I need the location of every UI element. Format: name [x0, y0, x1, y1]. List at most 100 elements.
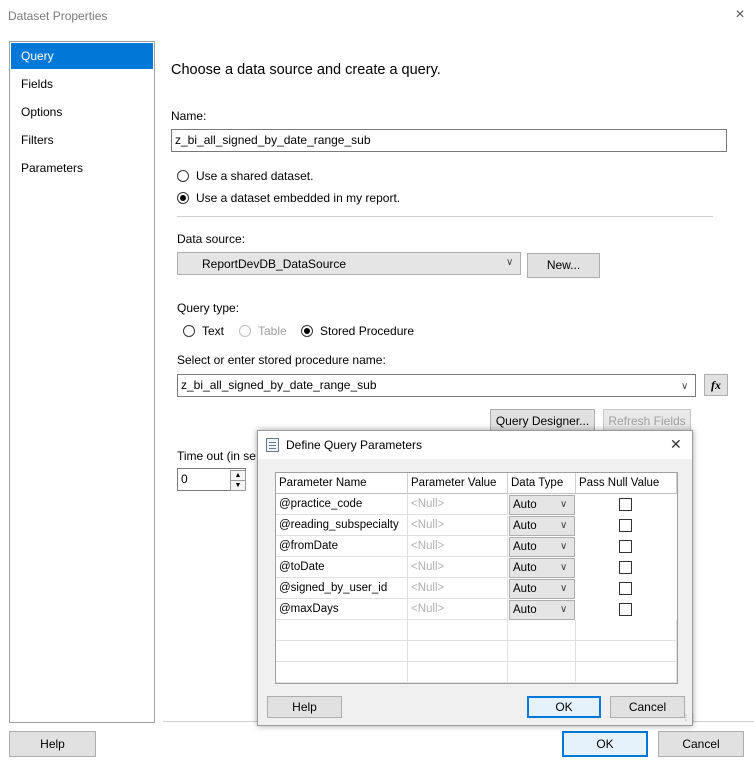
pass-null-checkbox[interactable] — [619, 540, 632, 553]
query-type-label: Query type: — [177, 301, 240, 315]
empty-cell — [408, 620, 508, 641]
empty-cell — [276, 662, 408, 683]
column-header-parameter-name: Parameter Name — [276, 473, 408, 494]
radio-query-type-text-label: Text — [202, 324, 225, 338]
empty-cell — [576, 662, 677, 683]
page-heading: Choose a data source and create a query. — [171, 62, 441, 78]
dialog-cancel-button[interactable]: Cancel — [610, 696, 685, 718]
table-row-value[interactable]: <Null> — [408, 494, 508, 515]
pass-null-checkbox[interactable] — [619, 603, 632, 616]
radio-shared-dataset-label: Use a shared dataset. — [196, 169, 314, 183]
data-type-value: Auto — [513, 520, 537, 532]
pass-null-checkbox[interactable] — [619, 498, 632, 511]
data-type-select[interactable]: Auto ∨ — [509, 495, 575, 515]
window-title: Dataset Properties — [8, 9, 108, 23]
table-row-value[interactable]: <Null> — [408, 515, 508, 536]
radio-embedded-dataset[interactable] — [177, 192, 189, 204]
chevron-down-icon: ∨ — [560, 499, 568, 510]
dialog-close-icon[interactable]: ✕ — [670, 436, 682, 453]
nav-item-options[interactable]: Options — [11, 99, 153, 125]
table-row-name: @practice_code — [276, 494, 408, 515]
table-row-value[interactable]: <Null> — [408, 599, 508, 620]
datasource-select[interactable]: ReportDevDB_DataSource ∨ — [177, 252, 521, 275]
radio-query-type-table[interactable] — [239, 325, 251, 337]
stored-procedure-select[interactable]: z_bi_all_signed_by_date_range_sub ∨ — [177, 374, 696, 397]
table-row-name: @reading_subspecialty — [276, 515, 408, 536]
pass-null-checkbox[interactable] — [619, 582, 632, 595]
data-type-value: Auto — [513, 499, 537, 511]
stepper-down-icon[interactable]: ▼ — [230, 480, 246, 491]
window-close-icon[interactable]: × — [730, 5, 750, 25]
datasource-label: Data source: — [177, 232, 246, 246]
dialog-app-icon — [266, 438, 279, 452]
table-row-name: @toDate — [276, 557, 408, 578]
chevron-down-icon: ∨ — [560, 520, 568, 531]
timeout-stepper[interactable]: 0 ▲ ▼ — [177, 468, 246, 491]
window-titlebar — [0, 0, 754, 32]
dialog-ok-button[interactable]: OK — [527, 696, 601, 718]
table-row-name: @fromDate — [276, 536, 408, 557]
data-type-value: Auto — [513, 541, 537, 553]
empty-cell — [508, 620, 576, 641]
ok-button[interactable]: OK — [562, 731, 648, 757]
name-label: Name: — [171, 109, 207, 123]
data-type-select[interactable]: Auto ∨ — [509, 516, 575, 536]
expression-fx-button[interactable]: fx — [704, 374, 728, 396]
chevron-down-icon: ∨ — [560, 583, 568, 594]
data-type-select[interactable]: Auto ∨ — [509, 537, 575, 557]
nav-item-fields[interactable]: Fields — [11, 71, 153, 97]
radio-query-type-table-label: Table — [258, 324, 287, 338]
nav-item-filters[interactable]: Filters — [11, 127, 153, 153]
separator — [177, 216, 713, 217]
column-header-pass-null-value: Pass Null Value — [576, 473, 677, 494]
chevron-down-icon: ∨ — [560, 541, 568, 552]
empty-cell — [276, 620, 408, 641]
nav-panel: Query Fields Options Filters Parameters — [9, 41, 155, 723]
parameters-grid: Parameter Name Parameter Value Data Type… — [275, 472, 678, 684]
empty-cell — [408, 662, 508, 683]
column-header-parameter-value: Parameter Value — [408, 473, 508, 494]
radio-query-type-stored-procedure-label: Stored Procedure — [320, 324, 415, 338]
empty-cell — [276, 641, 408, 662]
timeout-label: Time out (in se — [177, 449, 256, 463]
resize-grip-icon[interactable]: ⋮⋮ — [682, 713, 697, 722]
empty-cell — [408, 641, 508, 662]
datasource-value: ReportDevDB_DataSource — [202, 257, 347, 271]
radio-shared-dataset[interactable] — [177, 170, 189, 182]
dialog-title: Define Query Parameters — [286, 438, 423, 452]
nav-item-query[interactable]: Query — [11, 43, 153, 69]
nav-item-parameters[interactable]: Parameters — [11, 155, 153, 181]
chevron-down-icon: ∨ — [681, 381, 689, 392]
pass-null-checkbox[interactable] — [619, 561, 632, 574]
name-input[interactable]: z_bi_all_signed_by_date_range_sub — [171, 129, 727, 152]
new-datasource-button[interactable]: New... — [527, 253, 600, 278]
data-type-select[interactable]: Auto ∨ — [509, 600, 575, 620]
data-type-value: Auto — [513, 604, 537, 616]
timeout-value: 0 — [181, 472, 188, 486]
cancel-button[interactable]: Cancel — [658, 731, 744, 757]
stored-procedure-value: z_bi_all_signed_by_date_range_sub — [181, 378, 377, 392]
dialog-help-button[interactable]: Help — [267, 696, 342, 718]
radio-query-type-stored-procedure[interactable] — [301, 325, 313, 337]
help-button[interactable]: Help — [9, 731, 96, 757]
stored-procedure-label: Select or enter stored procedure name: — [177, 353, 386, 367]
table-row-value[interactable]: <Null> — [408, 536, 508, 557]
data-type-select[interactable]: Auto ∨ — [509, 579, 575, 599]
column-header-data-type: Data Type — [508, 473, 576, 494]
data-type-value: Auto — [513, 562, 537, 574]
chevron-down-icon: ∨ — [560, 604, 568, 615]
empty-cell — [576, 641, 677, 662]
radio-query-type-text[interactable] — [183, 325, 195, 337]
chevron-down-icon: ∨ — [560, 562, 568, 573]
chevron-down-icon: ∨ — [506, 257, 514, 268]
radio-embedded-dataset-label: Use a dataset embedded in my report. — [196, 191, 401, 205]
table-row-value[interactable]: <Null> — [408, 578, 508, 599]
data-type-value: Auto — [513, 583, 537, 595]
empty-cell — [576, 620, 677, 641]
table-row-name: @signed_by_user_id — [276, 578, 408, 599]
table-row-value[interactable]: <Null> — [408, 557, 508, 578]
pass-null-checkbox[interactable] — [619, 519, 632, 532]
define-query-parameters-dialog: Define Query Parameters ✕ Parameter Name… — [257, 430, 697, 726]
data-type-select[interactable]: Auto ∨ — [509, 558, 575, 578]
table-row-name: @maxDays — [276, 599, 408, 620]
